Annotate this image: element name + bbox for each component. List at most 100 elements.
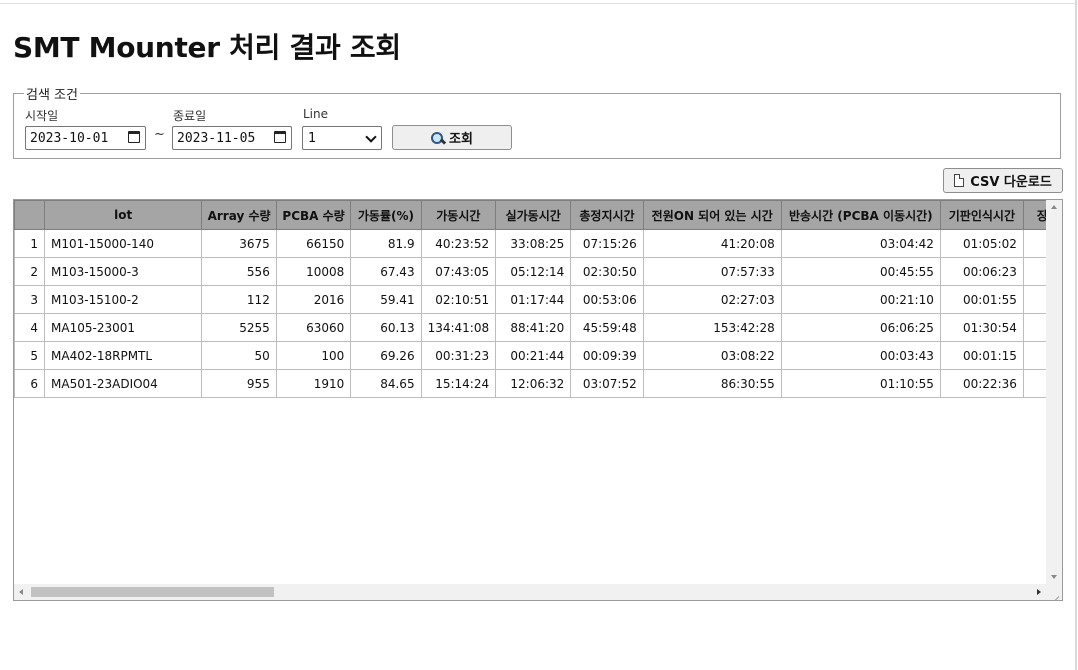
cell-lot: M101-15000-140 [44,229,203,258]
search-conditions: 검색 조건 [13,84,1061,159]
chevron-down-icon [365,131,377,143]
calendar-icon[interactable] [128,131,140,143]
cell-lot: MA402-18RPMTL [44,341,203,370]
col-header-rownum [14,200,46,230]
resize-grip-icon[interactable] [1046,584,1062,600]
start-date-value: 2023-10-01 [30,131,109,146]
cell-power-on-time: 03:08:22 [642,341,782,370]
cell-actual-run-time: 33:08:25 [495,229,572,258]
col-header-power-on-time[interactable]: 전원ON 되어 있는 시간 [642,200,782,230]
end-date-value: 2023-11-05 [177,131,256,146]
cell-utilization: 59.41 [350,285,422,314]
col-header-total-stop-time[interactable]: 총정지시간 [570,200,644,230]
cell-utilization: 69.26 [350,341,422,370]
table-row[interactable]: 5 MA402-18RPMTL 50 100 69.26 00:31:23 00… [14,341,1062,370]
row-number: 6 [14,369,46,398]
cell-run-time: 40:23:52 [420,229,497,258]
col-header-pcba-qty[interactable]: PCBA 수량 [275,200,352,230]
cell-pcba-qty: 66150 [275,229,352,258]
cell-actual-run-time: 00:21:44 [495,341,572,370]
cell-actual-run-time: 01:17:44 [495,285,572,314]
cell-actual-run-time: 05:12:14 [495,257,572,286]
search-legend: 검색 조건 [26,88,78,103]
vertical-scrollbar[interactable] [1046,200,1062,584]
csv-download-button[interactable]: CSV 다운로드 [943,168,1063,193]
cell-power-on-time: 07:57:33 [642,257,782,286]
cell-total-stop-time: 02:30:50 [570,257,644,286]
cell-pcba-qty: 10008 [275,257,352,286]
line-select[interactable]: 1 [302,126,382,150]
start-date-input[interactable]: 2023-10-01 [25,126,146,150]
cell-array-qty: 955 [201,369,277,398]
page-title: SMT Mounter 처리 결과 조회 [13,31,401,64]
cell-transfer-time: 00:03:43 [780,341,941,370]
table-row[interactable]: 3 M103-15100-2 112 2016 59.41 02:10:51 0… [14,285,1062,314]
cell-pcba-qty: 63060 [275,313,352,342]
col-header-transfer-time[interactable]: 반송시간 (PCBA 이동시간) [780,200,941,230]
scroll-left-arrow-icon[interactable] [19,589,23,595]
horizontal-scroll-thumb[interactable] [31,587,274,597]
start-date-label: 시작일 [25,109,59,123]
col-header-utilization[interactable]: 가동률(%) [350,200,422,230]
cell-utilization: 67.43 [350,257,422,286]
cell-utilization: 81.9 [350,229,422,258]
scroll-down-arrow-icon[interactable] [1051,575,1057,579]
horizontal-scrollbar[interactable] [14,584,1046,600]
cell-power-on-time: 153:42:28 [642,313,782,342]
row-number: 2 [14,257,46,286]
cell-board-recog-time: 00:01:15 [939,341,1024,370]
cell-transfer-time: 03:04:42 [780,229,941,258]
search-button[interactable]: 조회 [392,125,512,150]
end-date-input[interactable]: 2023-11-05 [172,126,292,150]
cell-power-on-time: 41:20:08 [642,229,782,258]
results-grid[interactable]: lot Array 수량 PCBA 수량 가동률(%) 가동시간 실가동시간 총… [13,199,1063,601]
scroll-right-arrow-icon[interactable] [1037,589,1041,595]
table-row[interactable]: 2 M103-15000-3 556 10008 67.43 07:43:05 … [14,257,1062,286]
cell-lot: MA501-23ADIO04 [44,369,203,398]
calendar-icon[interactable] [274,131,286,143]
document-icon [954,174,965,187]
row-number: 4 [14,313,46,342]
cell-board-recog-time: 00:22:36 [939,369,1024,398]
table-row[interactable]: 6 MA501-23ADIO04 955 1910 84.65 15:14:24… [14,369,1062,398]
header-row: lot Array 수량 PCBA 수량 가동률(%) 가동시간 실가동시간 총… [14,200,1062,230]
cell-pcba-qty: 100 [275,341,352,370]
cell-run-time: 134:41:08 [420,313,497,342]
line-label: Line [303,107,329,121]
end-date-label: 종료일 [173,109,207,123]
cell-lot: M103-15000-3 [44,257,203,286]
table-row[interactable]: 4 MA105-23001 5255 63060 60.13 134:41:08… [14,313,1062,342]
cell-array-qty: 50 [201,341,277,370]
cell-transfer-time: 06:06:25 [780,313,941,342]
col-header-board-recog-time[interactable]: 기판인식시간 [939,200,1024,230]
cell-array-qty: 5255 [201,313,277,342]
cell-actual-run-time: 88:41:20 [495,313,572,342]
cell-total-stop-time: 00:09:39 [570,341,644,370]
row-number: 5 [14,341,46,370]
magnifier-icon [431,131,447,145]
cell-run-time: 00:31:23 [420,341,497,370]
csv-download-label: CSV 다운로드 [970,175,1052,190]
row-number: 1 [14,229,46,258]
col-header-lot[interactable]: lot [44,200,203,230]
col-header-actual-run-time[interactable]: 실가동시간 [495,200,572,230]
cell-power-on-time: 02:27:03 [642,285,782,314]
table-row[interactable]: 1 M101-15000-140 3675 66150 81.9 40:23:5… [14,229,1062,258]
cell-pcba-qty: 2016 [275,285,352,314]
search-button-label: 조회 [449,132,473,147]
cell-lot: MA105-23001 [44,313,203,342]
cell-lot: M103-15100-2 [44,285,203,314]
cell-utilization: 60.13 [350,313,422,342]
row-number: 3 [14,285,46,314]
cell-array-qty: 556 [201,257,277,286]
results-table: lot Array 수량 PCBA 수량 가동률(%) 가동시간 실가동시간 총… [14,200,1062,398]
window-right-border [1075,0,1077,670]
col-header-run-time[interactable]: 가동시간 [420,200,497,230]
col-header-array-qty[interactable]: Array 수량 [201,200,277,230]
cell-total-stop-time: 00:53:06 [570,285,644,314]
date-range-separator: ~ [154,127,165,142]
cell-total-stop-time: 45:59:48 [570,313,644,342]
cell-array-qty: 112 [201,285,277,314]
cell-actual-run-time: 12:06:32 [495,369,572,398]
scroll-up-arrow-icon[interactable] [1051,205,1057,209]
